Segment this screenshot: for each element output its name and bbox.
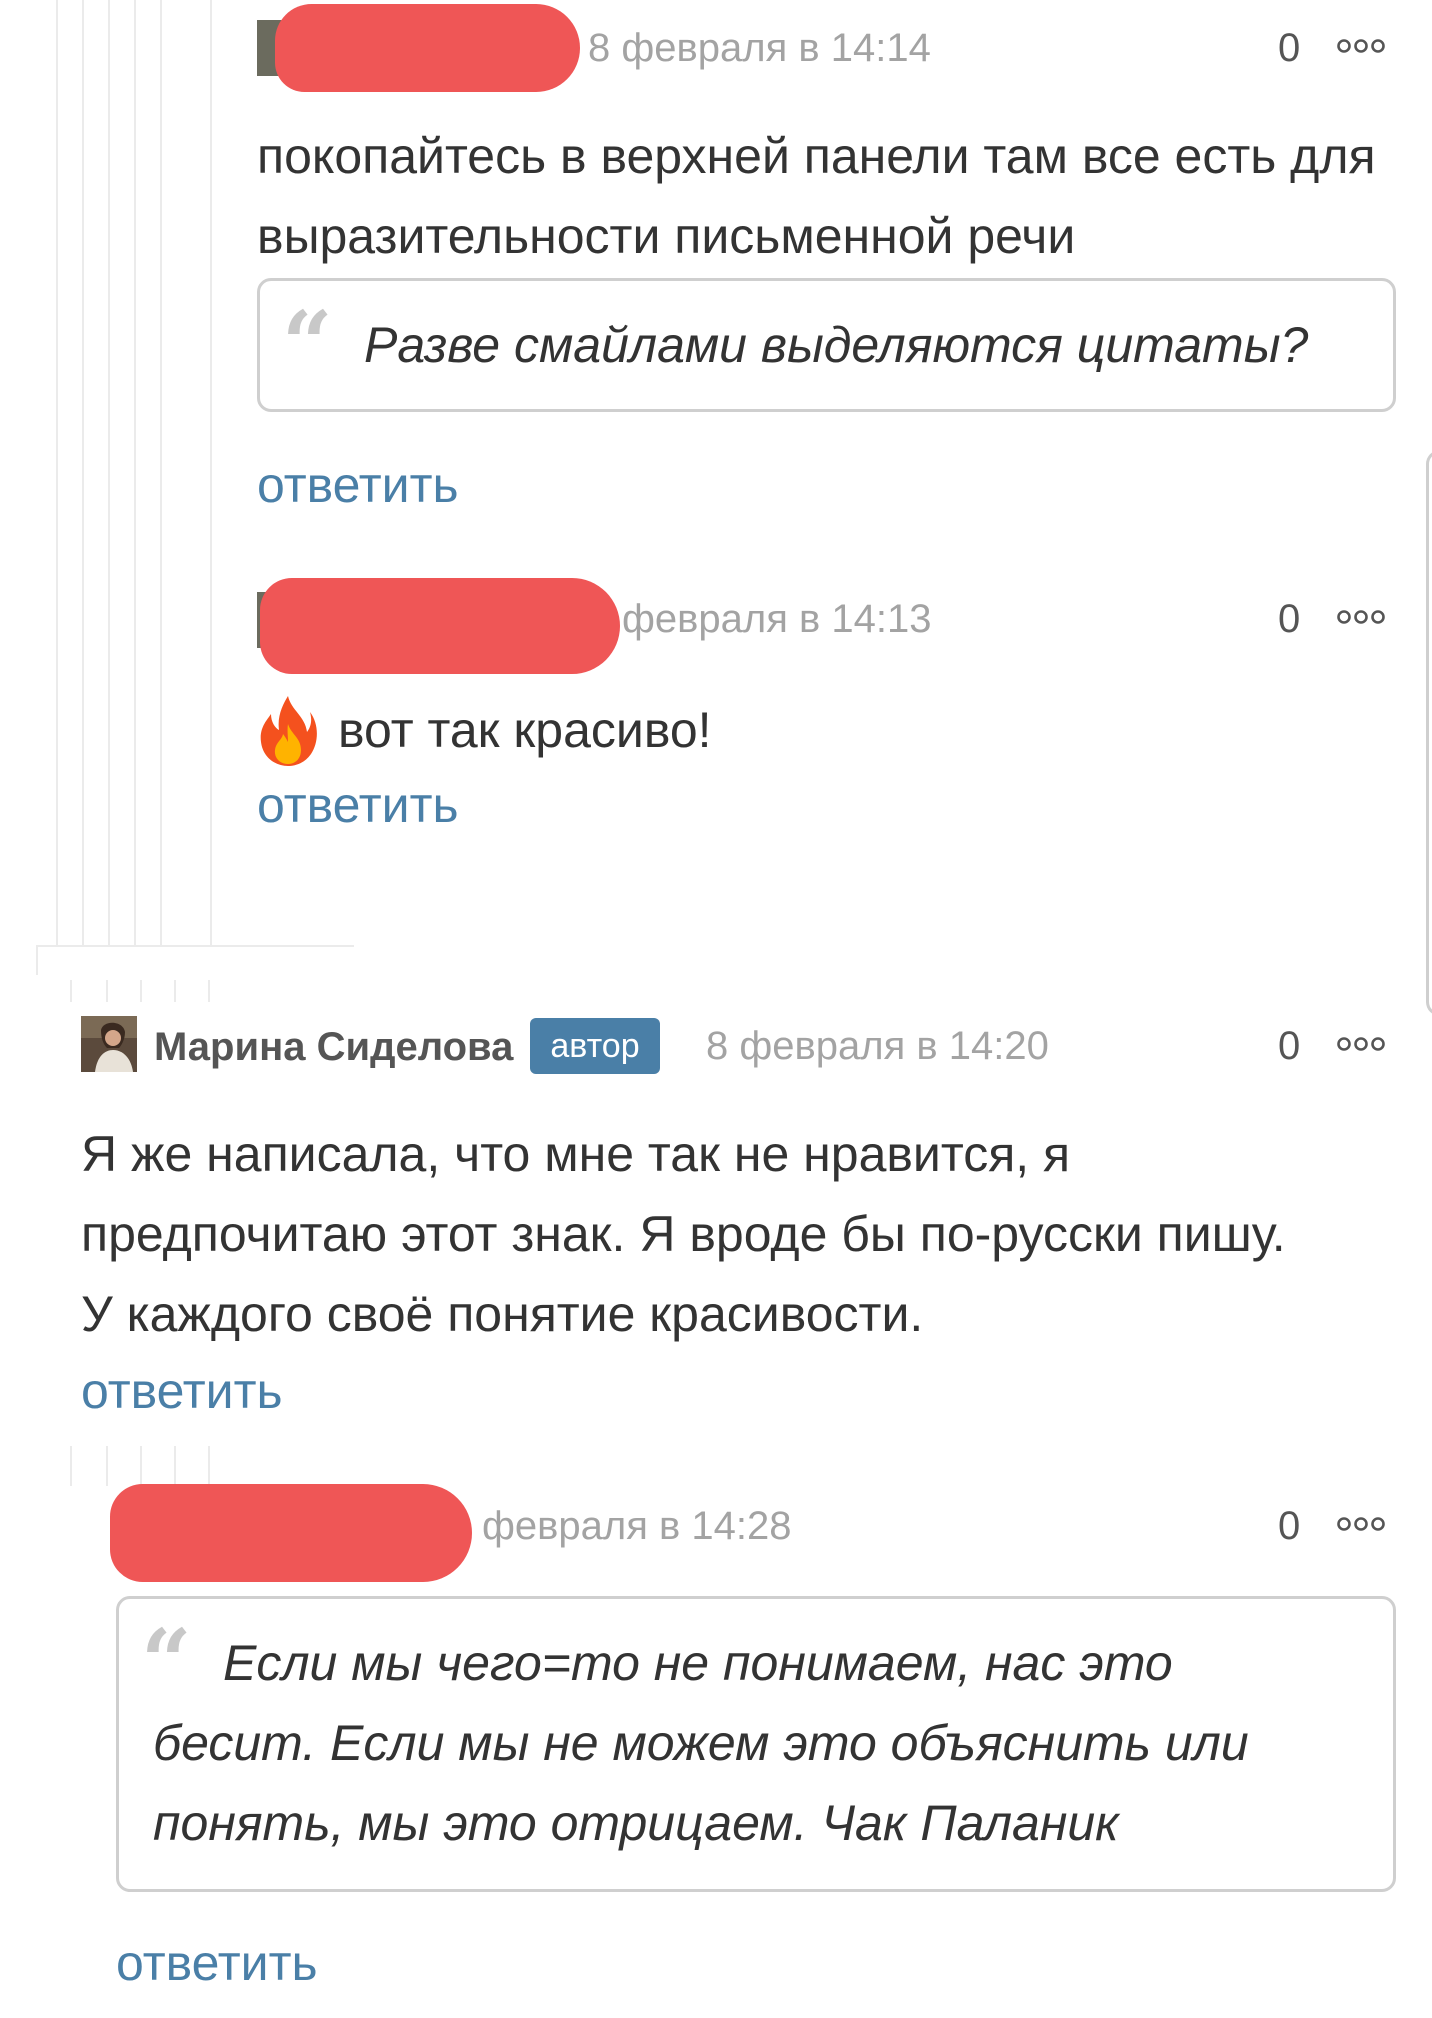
comment-score: 0 [1278,1024,1301,1068]
redacted-username [110,1484,472,1582]
more-options-icon[interactable] [1336,609,1386,625]
thread-line [70,980,72,1002]
reply-link[interactable]: ответить [116,1934,318,1992]
author-name[interactable]: Марина Сиделова [154,1025,513,1070]
thread-line [208,980,210,1002]
thread-line [56,0,58,945]
thread-separator [36,945,354,947]
scroll-edge [1426,450,1432,1016]
quote-icon: “ [282,291,333,395]
comment-body: Я же написала, что мне так не нравится, … [81,1126,1286,1342]
quote-text: Если мы чего=то не понимаем, нас это бес… [153,1635,1249,1851]
thread-line [36,945,38,975]
redacted-username [275,4,580,92]
thread-line [82,0,84,945]
redacted-username [260,578,620,674]
thread-line [108,0,110,945]
reply-link[interactable]: ответить [257,456,459,514]
thread-line [140,1446,142,1486]
comment-timestamp[interactable]: февраля в 14:28 [482,1504,791,1549]
more-options-icon[interactable] [1336,1516,1386,1532]
avatar[interactable] [81,1016,137,1072]
comment-body: покопайтесь в верхней панели там все ест… [257,128,1376,264]
more-options-icon[interactable] [1336,38,1386,54]
thread-line [140,980,142,1002]
comment-timestamp[interactable]: февраля в 14:13 [622,597,931,642]
fire-emoji-icon [257,694,319,766]
comment-timestamp[interactable]: 8 февраля в 14:14 [588,26,931,71]
comment-body: вот так красиво! [338,702,712,758]
comment-timestamp[interactable]: 8 февраля в 14:20 [706,1024,1049,1069]
thread-line [134,0,136,945]
thread-line [174,1446,176,1486]
thread-line [210,0,212,945]
comment-quote: “ Разве смайлами выделяются цитаты? [257,278,1396,412]
thread-line [174,980,176,1002]
thread-line [106,1446,108,1486]
thread-line [208,1446,210,1486]
thread-line [160,0,162,945]
comment-score: 0 [1278,26,1301,70]
comment-score: 0 [1278,597,1301,641]
thread-line [70,1446,72,1486]
author-badge: автор [530,1018,660,1074]
comment-score: 0 [1278,1504,1301,1548]
thread-line [106,980,108,1002]
comment-quote: “ Если мы чего=то не понимаем, нас это б… [116,1596,1396,1892]
reply-link[interactable]: ответить [81,1362,283,1420]
quote-text: Разве смайлами выделяются цитаты? [364,317,1309,373]
reply-link[interactable]: ответить [257,776,459,834]
more-options-icon[interactable] [1336,1036,1386,1052]
